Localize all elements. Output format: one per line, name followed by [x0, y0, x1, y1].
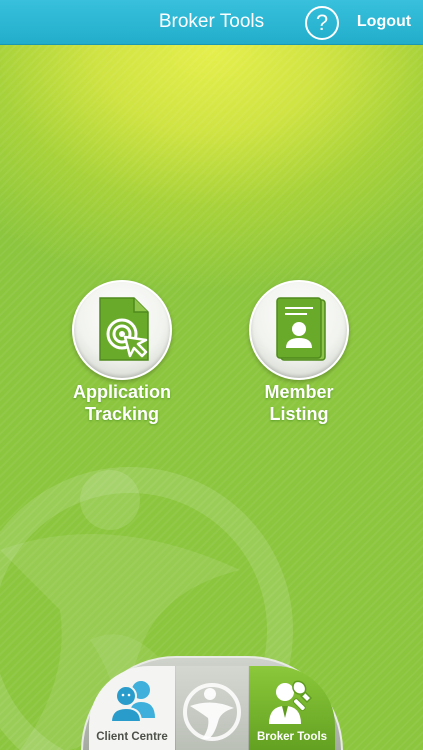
- broker-tools-screen: Broker Tools ? Logout Application Tracki…: [0, 0, 423, 750]
- member-listing-label: Member Listing: [264, 382, 334, 424]
- client-people-icon: [109, 681, 155, 723]
- member-id-card-icon: [276, 297, 326, 361]
- member-listing-tile[interactable]: Member Listing: [224, 280, 374, 425]
- logout-button[interactable]: Logout: [352, 13, 416, 31]
- brand-logo-icon: [183, 683, 241, 741]
- broker-wrench-icon: [269, 680, 313, 724]
- application-tracking-button[interactable]: [72, 280, 172, 380]
- tab-home-logo[interactable]: [176, 666, 248, 750]
- tab-broker-tools[interactable]: Broker Tools: [249, 666, 335, 750]
- tab-client-centre-label: Client Centre: [96, 731, 168, 743]
- application-tracking-label: Application Tracking: [73, 382, 171, 424]
- document-target-icon: [99, 297, 149, 361]
- application-tracking-tile[interactable]: Application Tracking: [47, 280, 197, 425]
- header-bar: Broker Tools ? Logout: [0, 0, 423, 45]
- help-button[interactable]: ?: [305, 6, 339, 40]
- member-listing-button[interactable]: [249, 280, 349, 380]
- tab-broker-tools-label: Broker Tools: [256, 731, 328, 743]
